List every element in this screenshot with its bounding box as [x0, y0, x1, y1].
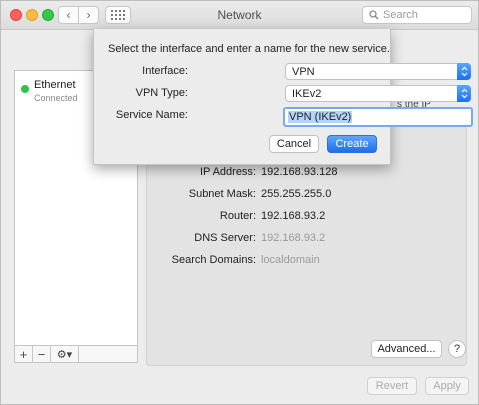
- ip-address-label: IP Address:: [199, 166, 256, 178]
- subnet-mask-label: Subnet Mask:: [188, 188, 256, 200]
- service-list-toolbar: + − ⚙▾: [14, 346, 138, 363]
- ip-address-value: 192.168.93.128: [261, 166, 338, 178]
- service-name: Ethernet: [34, 79, 76, 91]
- dns-server-row: DNS Server: 192.168.93.2: [147, 232, 468, 248]
- apply-button[interactable]: Apply: [425, 377, 469, 395]
- router-row: Router: 192.168.93.2: [147, 210, 468, 226]
- search-field[interactable]: Search: [362, 6, 472, 24]
- search-domains-label: Search Domains:: [171, 254, 256, 266]
- interface-label: Interface:: [142, 65, 188, 77]
- sheet-prompt: Select the interface and enter a name fo…: [108, 43, 390, 55]
- dns-server-label: DNS Server:: [194, 232, 256, 244]
- search-placeholder: Search: [383, 9, 418, 21]
- create-button[interactable]: Create: [327, 135, 377, 153]
- remove-service-button[interactable]: −: [33, 346, 51, 362]
- service-name-value: VPN (IKEv2): [288, 111, 353, 123]
- network-window: ‹ › Network Search Ethernet Connected + …: [0, 0, 479, 405]
- updown-chevron-icon: [457, 63, 471, 80]
- search-icon: [369, 10, 379, 20]
- dns-server-value: 192.168.93.2: [261, 232, 326, 244]
- vpn-type-value: IKEv2: [292, 87, 322, 100]
- subnet-mask-row: Subnet Mask: 255.255.255.0: [147, 188, 468, 204]
- router-value: 192.168.93.2: [261, 210, 326, 222]
- new-service-sheet: Select the interface and enter a name fo…: [93, 29, 473, 165]
- service-name-input[interactable]: VPN (IKEv2): [283, 107, 473, 127]
- advanced-button[interactable]: Advanced...: [371, 340, 442, 358]
- service-name-label: Service Name:: [115, 109, 188, 121]
- router-label: Router:: [219, 210, 256, 222]
- revert-button[interactable]: Revert: [367, 377, 417, 395]
- interface-select[interactable]: VPN: [285, 63, 471, 80]
- service-status: Connected: [34, 93, 78, 103]
- search-domains-row: Search Domains: localdomain: [147, 254, 468, 270]
- vpn-type-label: VPN Type:: [135, 87, 188, 99]
- add-service-button[interactable]: +: [15, 346, 33, 362]
- title-bar: ‹ › Network Search: [1, 1, 478, 30]
- updown-chevron-icon: [457, 85, 471, 102]
- ip-address-row: IP Address: 192.168.93.128: [147, 166, 468, 182]
- subnet-mask-value: 255.255.255.0: [261, 188, 332, 200]
- cancel-button[interactable]: Cancel: [269, 135, 319, 153]
- search-domains-value: localdomain: [261, 254, 320, 266]
- help-button[interactable]: ?: [448, 340, 466, 358]
- status-dot-icon: [21, 85, 29, 93]
- interface-value: VPN: [292, 65, 315, 78]
- action-menu-button[interactable]: ⚙▾: [51, 346, 79, 362]
- vpn-type-select[interactable]: IKEv2: [285, 85, 471, 102]
